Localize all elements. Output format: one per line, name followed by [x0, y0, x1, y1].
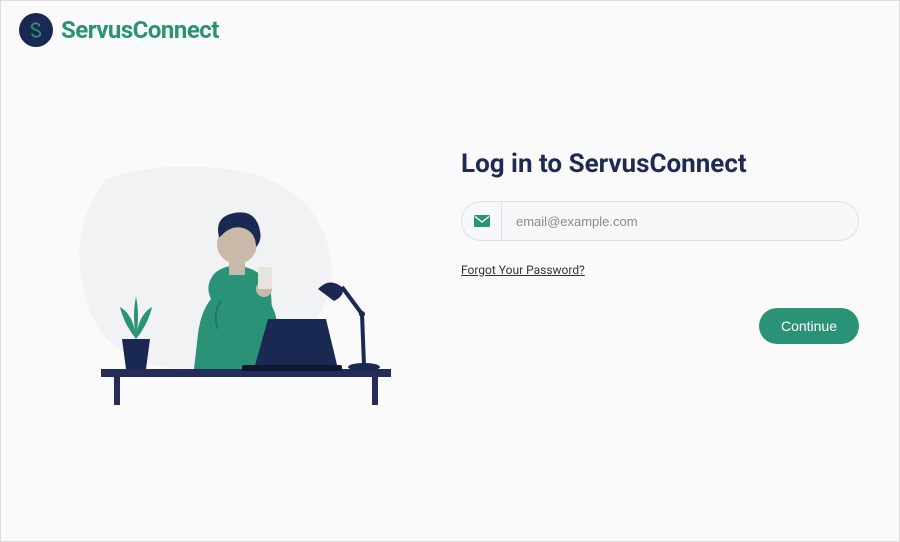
email-input[interactable]: [502, 202, 858, 240]
main-content: Log in to ServusConnect Forgot Your Pass…: [1, 139, 899, 419]
email-icon: [462, 202, 502, 240]
continue-button[interactable]: Continue: [759, 308, 859, 344]
illustration: [21, 139, 451, 419]
email-field-wrapper[interactable]: [461, 201, 859, 241]
header: ServusConnect: [1, 1, 899, 59]
brand-logo: [19, 13, 53, 47]
login-title: Log in to ServusConnect: [461, 149, 859, 179]
login-form: Log in to ServusConnect Forgot Your Pass…: [451, 139, 879, 419]
illustration-svg: [46, 139, 426, 419]
forgot-password-link[interactable]: Forgot Your Password?: [461, 263, 585, 277]
brand-name: ServusConnect: [61, 16, 219, 44]
brand-logo-icon: [26, 20, 46, 40]
form-actions: Continue: [461, 308, 859, 344]
